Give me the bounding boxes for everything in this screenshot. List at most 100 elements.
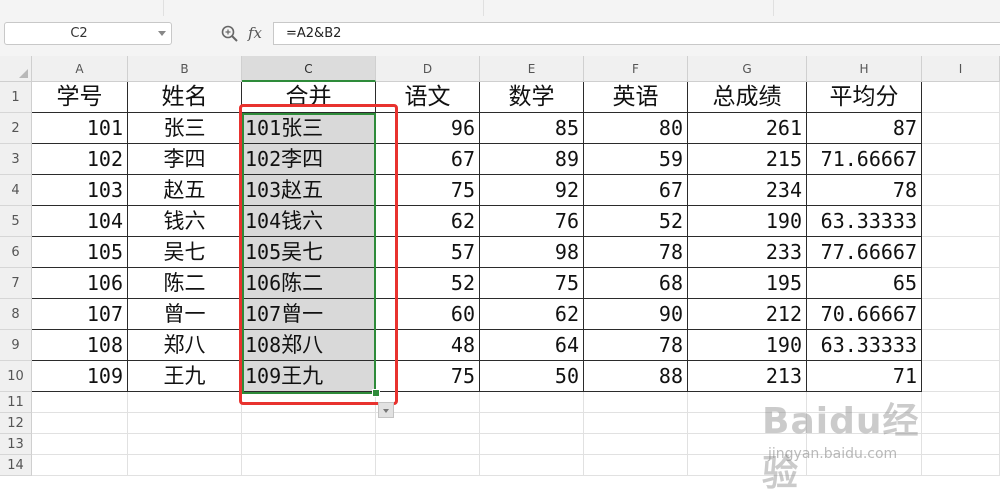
cell[interactable] (922, 434, 1000, 455)
header-cell[interactable]: 语文 (376, 82, 480, 113)
cell-name[interactable]: 赵五 (128, 175, 242, 206)
cell-total[interactable]: 234 (688, 175, 807, 206)
row-header-1[interactable]: 1 (0, 82, 32, 113)
fx-icon[interactable]: fx (248, 22, 262, 44)
cell-average[interactable]: 77.66667 (807, 237, 922, 268)
cell[interactable] (32, 434, 128, 455)
cell-english[interactable]: 68 (584, 268, 688, 299)
cell-math[interactable]: 92 (480, 175, 584, 206)
header-cell[interactable]: 数学 (480, 82, 584, 113)
cell-average[interactable]: 78 (807, 175, 922, 206)
column-header-c[interactable]: C (242, 56, 376, 82)
column-header-e[interactable]: E (480, 56, 584, 82)
cell-id[interactable]: 108 (32, 330, 128, 361)
cell[interactable] (128, 392, 242, 413)
cell[interactable] (922, 175, 1000, 206)
cell-chinese[interactable]: 75 (376, 361, 480, 392)
cell-math[interactable]: 89 (480, 144, 584, 175)
cell[interactable] (922, 206, 1000, 237)
cell[interactable] (584, 434, 688, 455)
autofill-options-button[interactable] (378, 402, 394, 418)
cell-total[interactable]: 190 (688, 330, 807, 361)
cell-merge[interactable]: 102李四 (242, 144, 376, 175)
cell-merge[interactable]: 107曾一 (242, 299, 376, 330)
cell[interactable] (922, 144, 1000, 175)
cell-average[interactable]: 63.33333 (807, 330, 922, 361)
cell[interactable] (480, 434, 584, 455)
cell-merge[interactable]: 109王九 (242, 361, 376, 392)
cell-english[interactable]: 59 (584, 144, 688, 175)
cell-merge[interactable]: 106陈二 (242, 268, 376, 299)
cell-merge[interactable]: 108郑八 (242, 330, 376, 361)
cell[interactable] (480, 455, 584, 476)
cell-chinese[interactable]: 96 (376, 113, 480, 144)
row-header-2[interactable]: 2 (0, 113, 32, 144)
cell[interactable] (376, 455, 480, 476)
cell-merge[interactable]: 101张三 (242, 113, 376, 144)
cell-total[interactable]: 233 (688, 237, 807, 268)
cell[interactable] (242, 392, 376, 413)
zoom-icon[interactable] (220, 24, 240, 44)
formula-input[interactable]: =A2&B2 (273, 22, 1000, 45)
row-header-13[interactable]: 13 (0, 434, 32, 455)
cell-english[interactable]: 90 (584, 299, 688, 330)
name-box[interactable]: C2 (4, 22, 172, 45)
row-header-14[interactable]: 14 (0, 455, 32, 476)
column-header-a[interactable]: A (32, 56, 128, 82)
cell[interactable] (688, 434, 807, 455)
cell-english[interactable]: 78 (584, 330, 688, 361)
cell-english[interactable]: 67 (584, 175, 688, 206)
column-header-b[interactable]: B (128, 56, 242, 82)
header-cell[interactable]: 总成绩 (688, 82, 807, 113)
cell-average[interactable]: 65 (807, 268, 922, 299)
row-header-3[interactable]: 3 (0, 144, 32, 175)
cell-average[interactable]: 63.33333 (807, 206, 922, 237)
cell-chinese[interactable]: 60 (376, 299, 480, 330)
cell-chinese[interactable]: 67 (376, 144, 480, 175)
cell-chinese[interactable]: 52 (376, 268, 480, 299)
cell[interactable] (242, 413, 376, 434)
column-header-g[interactable]: G (688, 56, 807, 82)
cell[interactable] (922, 413, 1000, 434)
row-header-12[interactable]: 12 (0, 413, 32, 434)
cell[interactable] (922, 299, 1000, 330)
row-header-5[interactable]: 5 (0, 206, 32, 237)
cell-math[interactable]: 75 (480, 268, 584, 299)
cell[interactable] (688, 455, 807, 476)
cell[interactable] (584, 455, 688, 476)
cell-english[interactable]: 78 (584, 237, 688, 268)
cell[interactable] (922, 237, 1000, 268)
cell[interactable] (242, 434, 376, 455)
cell[interactable] (922, 268, 1000, 299)
cell-total[interactable]: 190 (688, 206, 807, 237)
cell[interactable] (480, 413, 584, 434)
cell-id[interactable]: 103 (32, 175, 128, 206)
header-cell[interactable]: 学号 (32, 82, 128, 113)
fill-handle[interactable] (372, 389, 380, 397)
cell-total[interactable]: 261 (688, 113, 807, 144)
cell[interactable] (922, 455, 1000, 476)
cell[interactable] (128, 434, 242, 455)
cell[interactable] (807, 455, 922, 476)
cell-chinese[interactable]: 75 (376, 175, 480, 206)
cell-merge[interactable]: 105吴七 (242, 237, 376, 268)
row-header-11[interactable]: 11 (0, 392, 32, 413)
cell[interactable] (922, 330, 1000, 361)
cell-name[interactable]: 王九 (128, 361, 242, 392)
cell[interactable] (128, 455, 242, 476)
header-cell[interactable]: 姓名 (128, 82, 242, 113)
cell[interactable] (688, 413, 807, 434)
column-header-f[interactable]: F (584, 56, 688, 82)
row-header-10[interactable]: 10 (0, 361, 32, 392)
cell[interactable] (807, 392, 922, 413)
header-cell[interactable]: 合并 (242, 82, 376, 113)
cell-math[interactable]: 98 (480, 237, 584, 268)
cell[interactable] (922, 392, 1000, 413)
cell[interactable] (32, 455, 128, 476)
row-header-4[interactable]: 4 (0, 175, 32, 206)
cell-math[interactable]: 62 (480, 299, 584, 330)
cell-total[interactable]: 215 (688, 144, 807, 175)
row-header-7[interactable]: 7 (0, 268, 32, 299)
cell-name[interactable]: 郑八 (128, 330, 242, 361)
select-all-corner[interactable] (0, 56, 32, 82)
